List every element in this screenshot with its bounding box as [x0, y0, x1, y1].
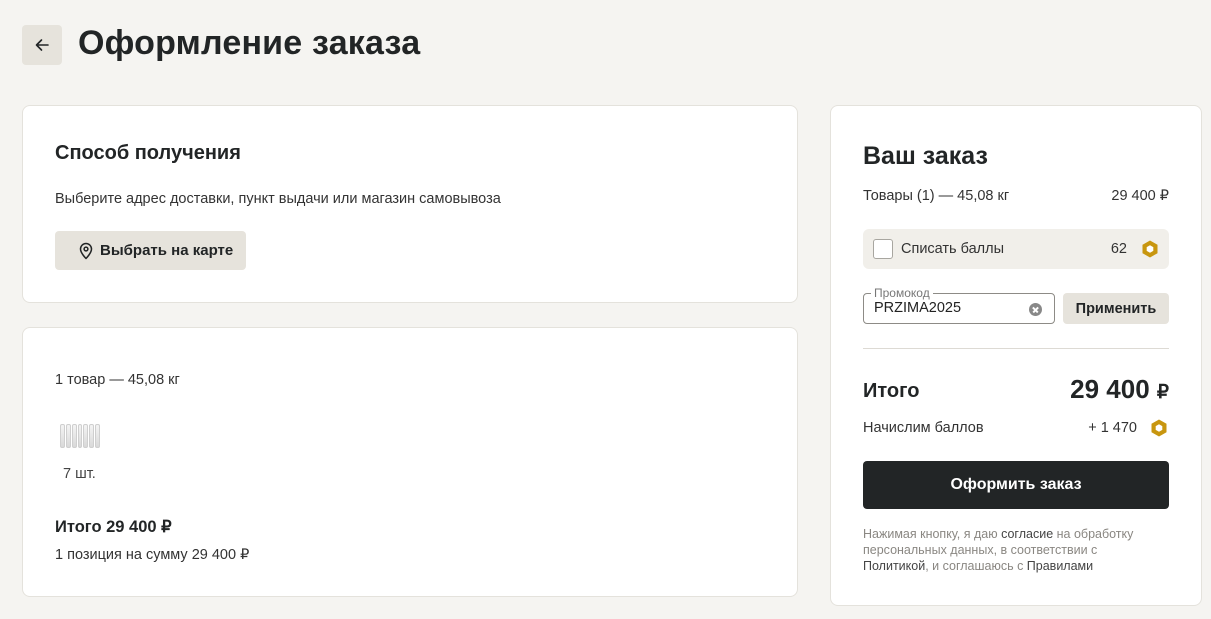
items-total: Итого 29 400 ₽: [55, 518, 172, 536]
delivery-method-card: Способ получения Выберите адрес доставки…: [22, 105, 798, 303]
hexagon-coin-icon: [1142, 240, 1158, 258]
order-title: Ваш заказ: [863, 142, 988, 170]
hexagon-coin-icon: [1151, 419, 1167, 437]
use-points-label: Списать баллы: [901, 241, 1005, 257]
use-points-row[interactable]: Списать баллы 62: [863, 229, 1169, 269]
map-pin-icon: [79, 242, 93, 259]
order-items-card: 1 товар — 45,08 кг 7 шт. Итого 29 400 ₽ …: [22, 327, 798, 597]
divider: [863, 348, 1169, 349]
arrow-left-icon: [35, 39, 49, 51]
consent-text-part: Нажимая кнопку, я даю: [863, 527, 1002, 541]
items-summary: 1 позиция на сумму 29 400 ₽: [55, 547, 250, 563]
product-quantity: 7 шт.: [63, 466, 96, 482]
items-count-weight: 1 товар — 45,08 кг: [55, 372, 180, 388]
goods-price: 29 400 ₽: [1111, 188, 1169, 204]
page-title: Оформление заказа: [78, 24, 421, 62]
points-balance: 62: [1110, 241, 1127, 257]
promo-code-input[interactable]: [874, 300, 1024, 316]
promo-code-field[interactable]: Промокод: [863, 286, 1055, 324]
use-points-checkbox[interactable]: [873, 239, 893, 259]
delivery-description: Выберите адрес доставки, пункт выдачи ил…: [55, 191, 501, 207]
total-currency: ₽: [1156, 382, 1169, 403]
total-amount: 29 400 ₽: [1070, 374, 1169, 405]
promo-code-label: Промокод: [871, 286, 933, 300]
choose-on-map-label: Выбрать на карте: [100, 242, 234, 259]
choose-on-map-button[interactable]: Выбрать на карте: [55, 231, 246, 270]
rules-link[interactable]: Правилами: [1027, 559, 1093, 573]
policy-link[interactable]: Политикой: [863, 559, 925, 573]
consent-text: Нажимая кнопку, я даю согласие на обрабо…: [863, 526, 1163, 574]
place-order-button[interactable]: Оформить заказ: [863, 461, 1169, 509]
delivery-title: Способ получения: [55, 142, 241, 164]
consent-link[interactable]: согласие: [1001, 527, 1053, 541]
total-amount-value: 29 400: [1070, 374, 1150, 404]
bonus-value: + 1 470: [1088, 420, 1137, 436]
clear-icon[interactable]: [1029, 303, 1042, 316]
bonus-label: Начислим баллов: [863, 420, 984, 436]
consent-text-part: , и соглашаюсь с: [925, 559, 1027, 573]
apply-promo-button[interactable]: Применить: [1063, 293, 1169, 324]
product-thumbnail[interactable]: [60, 424, 101, 448]
goods-label: Товары (1) — 45,08 кг: [863, 188, 1010, 204]
total-label: Итого: [863, 380, 920, 402]
order-summary-card: Ваш заказ Товары (1) — 45,08 кг 29 400 ₽…: [830, 105, 1202, 606]
back-button[interactable]: [22, 25, 62, 65]
